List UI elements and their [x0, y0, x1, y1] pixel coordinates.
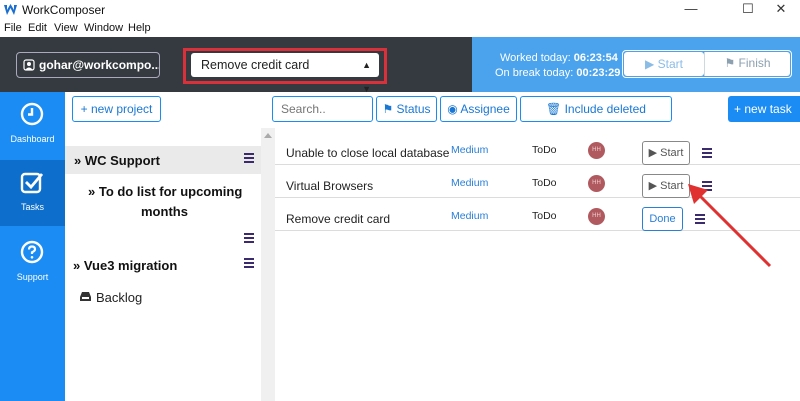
- sidebar-label-tasks: Tasks: [20, 202, 44, 212]
- task-name: Virtual Browsers: [286, 179, 374, 193]
- include-deleted-label: Include deleted: [564, 102, 646, 116]
- user-email: gohar@workcompo...: [39, 58, 160, 72]
- annotation-arrow-icon: [688, 184, 772, 268]
- menu-edit[interactable]: Edit: [28, 22, 47, 34]
- project-wc-support[interactable]: » WC Support: [74, 153, 160, 168]
- sidebar-label-dashboard: Dashboard: [10, 134, 55, 144]
- search-input[interactable]: [272, 96, 373, 122]
- task-status: ToDo: [532, 144, 557, 156]
- project-menu-icon[interactable]: [244, 233, 254, 243]
- avatar: HH: [588, 142, 605, 159]
- user-account-button[interactable]: gohar@workcompo...: [16, 52, 160, 78]
- current-task-select[interactable]: Remove credit card ▲ ▼: [191, 53, 379, 94]
- project-menu-icon[interactable]: [244, 153, 254, 163]
- task-status: ToDo: [532, 177, 557, 189]
- app-title: WorkComposer: [22, 3, 106, 17]
- project-todo-list-cont[interactable]: months: [141, 204, 188, 219]
- avatar: HH: [588, 175, 605, 192]
- header-start-button[interactable]: ▶ Start: [624, 52, 704, 76]
- include-deleted-button[interactable]: 🗑 Include deleted: [520, 96, 672, 122]
- current-task-value: Remove credit card: [201, 58, 310, 72]
- minimize-button[interactable]: —: [676, 0, 706, 20]
- avatar: HH: [588, 208, 605, 225]
- scroll-up-icon[interactable]: [264, 133, 272, 138]
- user-icon: [23, 59, 35, 71]
- title-bar: WorkComposer — ☐ ✕: [0, 0, 800, 20]
- maximize-button[interactable]: ☐: [733, 0, 763, 20]
- task-priority: Medium: [451, 177, 489, 189]
- close-button[interactable]: ✕: [766, 0, 796, 20]
- worked-time: 06:23:54: [573, 52, 618, 64]
- task-priority: Medium: [451, 210, 489, 222]
- status-filter-button[interactable]: ⚑ Status: [376, 96, 437, 122]
- sidebar-item-support[interactable]: Support: [0, 230, 65, 296]
- task-status: ToDo: [532, 210, 557, 222]
- project-menu-icon[interactable]: [244, 258, 254, 268]
- sidebar-label-support: Support: [16, 272, 49, 282]
- project-vue3-migration[interactable]: » Vue3 migration: [73, 258, 177, 273]
- task-priority: Medium: [451, 144, 489, 156]
- on-break-today: On break today: 00:23:29: [495, 67, 621, 79]
- new-task-button[interactable]: + new task: [728, 96, 800, 122]
- break-time: 00:23:29: [576, 67, 621, 79]
- trash-icon: 🗑: [546, 102, 565, 116]
- select-updown-icon: ▲ ▼: [362, 60, 371, 94]
- project-todo-list[interactable]: » To do list for upcoming: [88, 184, 242, 199]
- menu-view[interactable]: View: [54, 22, 78, 34]
- worked-today: Worked today: 06:23:54: [500, 52, 618, 64]
- assignee-label: Assignee: [460, 102, 510, 116]
- user-circle-icon: ◉: [447, 102, 461, 116]
- sidebar: Dashboard Tasks Support: [0, 92, 65, 401]
- menu-file[interactable]: File: [4, 22, 22, 34]
- question-icon: [20, 240, 44, 264]
- scrollbar[interactable]: [261, 128, 275, 401]
- assignee-filter-button[interactable]: ◉ Assignee: [440, 96, 517, 122]
- clock-icon: [20, 102, 44, 126]
- task-name: Unable to close local database: [286, 146, 450, 160]
- header-finish-button[interactable]: ⚑ Finish: [704, 52, 790, 76]
- task-name: Remove credit card: [286, 212, 391, 226]
- sidebar-item-tasks[interactable]: Tasks: [0, 160, 65, 226]
- new-project-button[interactable]: + new project: [72, 96, 161, 122]
- checkbox-icon: [20, 172, 44, 194]
- app-logo-icon: [4, 4, 17, 15]
- menu-help[interactable]: Help: [128, 22, 151, 34]
- inbox-icon: [80, 292, 91, 301]
- sidebar-item-dashboard[interactable]: Dashboard: [0, 92, 65, 158]
- menu-bar: File Edit View Window Help: [0, 20, 800, 37]
- task-done-button[interactable]: Done: [642, 207, 683, 231]
- menu-window[interactable]: Window: [84, 22, 123, 34]
- backlog-link[interactable]: Backlog: [96, 290, 142, 305]
